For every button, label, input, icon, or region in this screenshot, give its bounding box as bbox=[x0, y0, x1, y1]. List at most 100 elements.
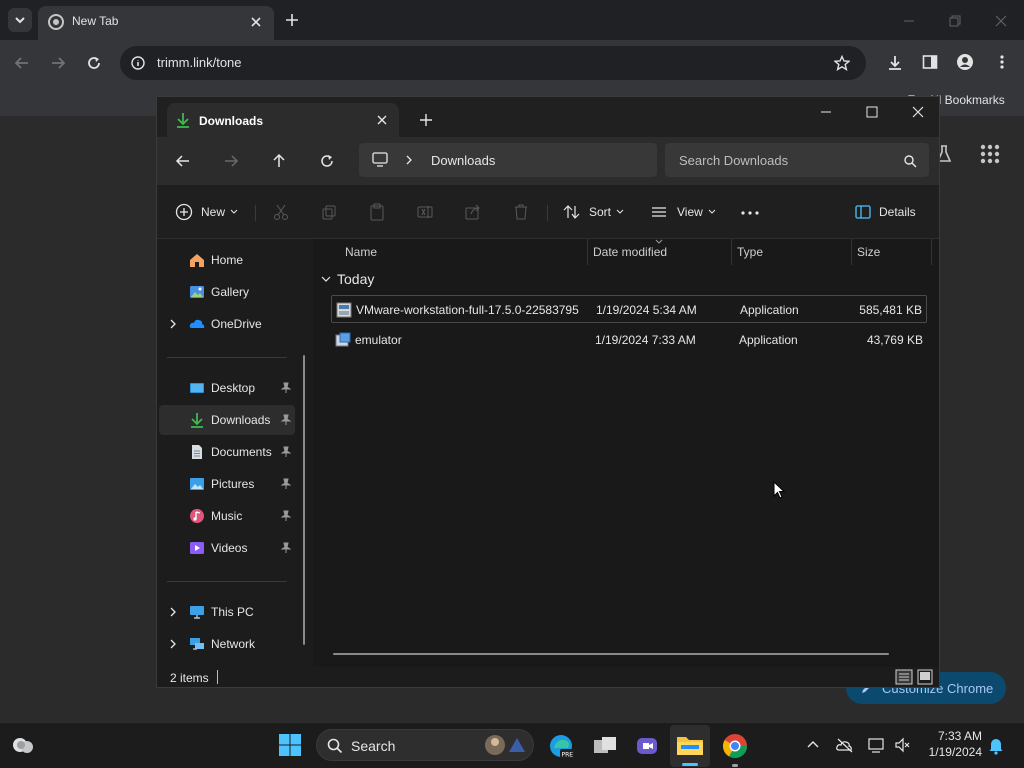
column-divider[interactable] bbox=[587, 239, 588, 265]
chevron-down-icon bbox=[15, 17, 25, 24]
breadcrumb-downloads[interactable]: Downloads bbox=[431, 153, 495, 168]
chevron-right-icon[interactable] bbox=[169, 607, 177, 617]
tab-search-button[interactable] bbox=[8, 8, 32, 32]
sidebar-item-home[interactable]: Home bbox=[159, 245, 295, 275]
network-status-icon[interactable] bbox=[868, 737, 886, 753]
share-icon[interactable] bbox=[465, 204, 481, 220]
apps-grid-icon[interactable] bbox=[980, 144, 1000, 164]
table-row[interactable]: emulator 1/19/2024 7:33 AM Application 4… bbox=[331, 326, 927, 354]
sidebar-item-pictures[interactable]: Pictures bbox=[159, 469, 295, 499]
site-info-icon[interactable] bbox=[130, 55, 146, 71]
column-divider[interactable] bbox=[931, 239, 932, 265]
minimize-icon[interactable] bbox=[819, 105, 833, 119]
cut-icon[interactable] bbox=[273, 203, 289, 221]
chrome-taskbar-button[interactable] bbox=[718, 727, 752, 767]
paste-icon[interactable] bbox=[369, 203, 385, 221]
sidebar-item-this-pc[interactable]: This PC bbox=[159, 597, 295, 627]
refresh-icon[interactable] bbox=[319, 153, 335, 169]
maximize-icon[interactable] bbox=[865, 105, 879, 119]
sidebar-item-desktop[interactable]: Desktop bbox=[159, 373, 295, 403]
new-label: New bbox=[201, 205, 226, 219]
file-explorer-taskbar-button[interactable] bbox=[670, 725, 710, 767]
status-bar: 2 items bbox=[157, 667, 939, 687]
monitor-icon bbox=[372, 152, 388, 167]
view-button[interactable]: View bbox=[651, 199, 716, 225]
table-row[interactable]: VMware-workstation-full-17.5.0-22583795 … bbox=[331, 295, 927, 323]
task-view-icon[interactable] bbox=[590, 731, 620, 761]
horizontal-scrollbar[interactable] bbox=[333, 653, 889, 655]
chevron-right-icon[interactable] bbox=[169, 319, 177, 329]
column-header-name[interactable]: Name bbox=[345, 245, 377, 259]
column-header-size[interactable]: Size bbox=[857, 245, 880, 259]
explorer-tab[interactable]: Downloads bbox=[167, 103, 399, 137]
profile-icon[interactable] bbox=[956, 53, 974, 71]
file-explorer-icon bbox=[677, 737, 703, 755]
sidebar-item-videos[interactable]: Videos bbox=[159, 533, 295, 563]
add-circle-icon bbox=[175, 203, 193, 221]
notification-bell-icon[interactable] bbox=[988, 737, 1004, 755]
clock-date: 1/19/2024 bbox=[928, 745, 982, 759]
close-tab-icon[interactable] bbox=[375, 113, 389, 127]
downloads-icon[interactable] bbox=[886, 54, 904, 72]
teams-meet-icon[interactable] bbox=[632, 731, 662, 761]
details-view-icon[interactable] bbox=[895, 669, 913, 685]
explorer-search-box[interactable]: Search Downloads bbox=[665, 143, 929, 177]
close-tab-icon[interactable] bbox=[248, 14, 264, 30]
sidebar-item-documents[interactable]: Documents bbox=[159, 437, 295, 467]
file-explorer-window: Downloads Downloads Search Downloads New bbox=[156, 96, 940, 688]
sidebar-item-network[interactable]: Network bbox=[159, 629, 295, 659]
address-bar[interactable]: trimm.link/tone bbox=[120, 46, 866, 80]
close-window-icon[interactable] bbox=[911, 105, 925, 119]
column-header-type[interactable]: Type bbox=[737, 245, 763, 259]
forward-icon[interactable] bbox=[50, 55, 66, 71]
sort-button[interactable]: Sort bbox=[563, 199, 624, 225]
large-icons-view-icon[interactable] bbox=[917, 669, 933, 685]
file-list-pane: Name Date modified Type Size Today VMwar… bbox=[315, 239, 939, 667]
new-tab-icon[interactable] bbox=[284, 12, 300, 28]
new-tab-icon[interactable] bbox=[419, 113, 433, 127]
menu-kebab-icon[interactable] bbox=[994, 54, 1010, 70]
sidebar-item-onedrive[interactable]: OneDrive bbox=[159, 309, 295, 339]
windows-start-icon[interactable] bbox=[278, 733, 302, 757]
explorer-address-bar[interactable]: Downloads bbox=[359, 143, 657, 177]
restore-icon[interactable] bbox=[948, 14, 962, 28]
sidebar-item-downloads[interactable]: Downloads bbox=[159, 405, 295, 435]
chevron-down-icon bbox=[616, 209, 624, 214]
weather-cloud-icon[interactable] bbox=[10, 733, 36, 757]
minimize-icon[interactable] bbox=[902, 14, 916, 28]
rename-icon[interactable] bbox=[417, 204, 433, 220]
column-divider[interactable] bbox=[731, 239, 732, 265]
forward-icon[interactable] bbox=[223, 153, 239, 169]
details-button[interactable]: Details bbox=[855, 199, 916, 225]
sidebar-item-music[interactable]: Music bbox=[159, 501, 295, 531]
desktop-folder-icon bbox=[190, 383, 204, 393]
details-pane-icon bbox=[855, 205, 871, 219]
edge-browser-icon[interactable]: PRE bbox=[546, 731, 576, 761]
browser-tab[interactable]: New Tab bbox=[38, 6, 274, 40]
navigation-pane: Home Gallery OneDrive Desktop Downloads … bbox=[157, 239, 313, 667]
reload-icon[interactable] bbox=[86, 55, 102, 71]
svg-text:PRE: PRE bbox=[562, 752, 574, 759]
column-header-date[interactable]: Date modified bbox=[593, 245, 667, 259]
volume-muted-icon[interactable] bbox=[894, 737, 910, 753]
copy-icon[interactable] bbox=[321, 204, 337, 220]
file-name: emulator bbox=[355, 333, 402, 347]
chevron-up-icon[interactable] bbox=[806, 739, 820, 749]
bookmark-star-icon[interactable] bbox=[834, 55, 850, 71]
new-button[interactable]: New bbox=[175, 199, 238, 225]
up-icon[interactable] bbox=[271, 153, 287, 169]
sidebar-item-gallery[interactable]: Gallery bbox=[159, 277, 295, 307]
close-window-icon[interactable] bbox=[994, 14, 1008, 28]
delete-icon[interactable] bbox=[513, 203, 529, 221]
side-panel-icon[interactable] bbox=[922, 54, 938, 70]
onedrive-offline-icon[interactable] bbox=[836, 737, 854, 753]
sidebar-scrollbar[interactable] bbox=[303, 355, 305, 645]
divider bbox=[167, 581, 287, 582]
clock[interactable]: 7:33 AM 1/19/2024 bbox=[920, 729, 982, 759]
chevron-right-icon[interactable] bbox=[169, 639, 177, 649]
more-options-icon[interactable] bbox=[741, 211, 759, 215]
column-divider[interactable] bbox=[851, 239, 852, 265]
back-icon[interactable] bbox=[175, 153, 191, 169]
taskbar-search-box[interactable]: Search bbox=[316, 729, 534, 761]
back-icon[interactable] bbox=[14, 55, 30, 71]
